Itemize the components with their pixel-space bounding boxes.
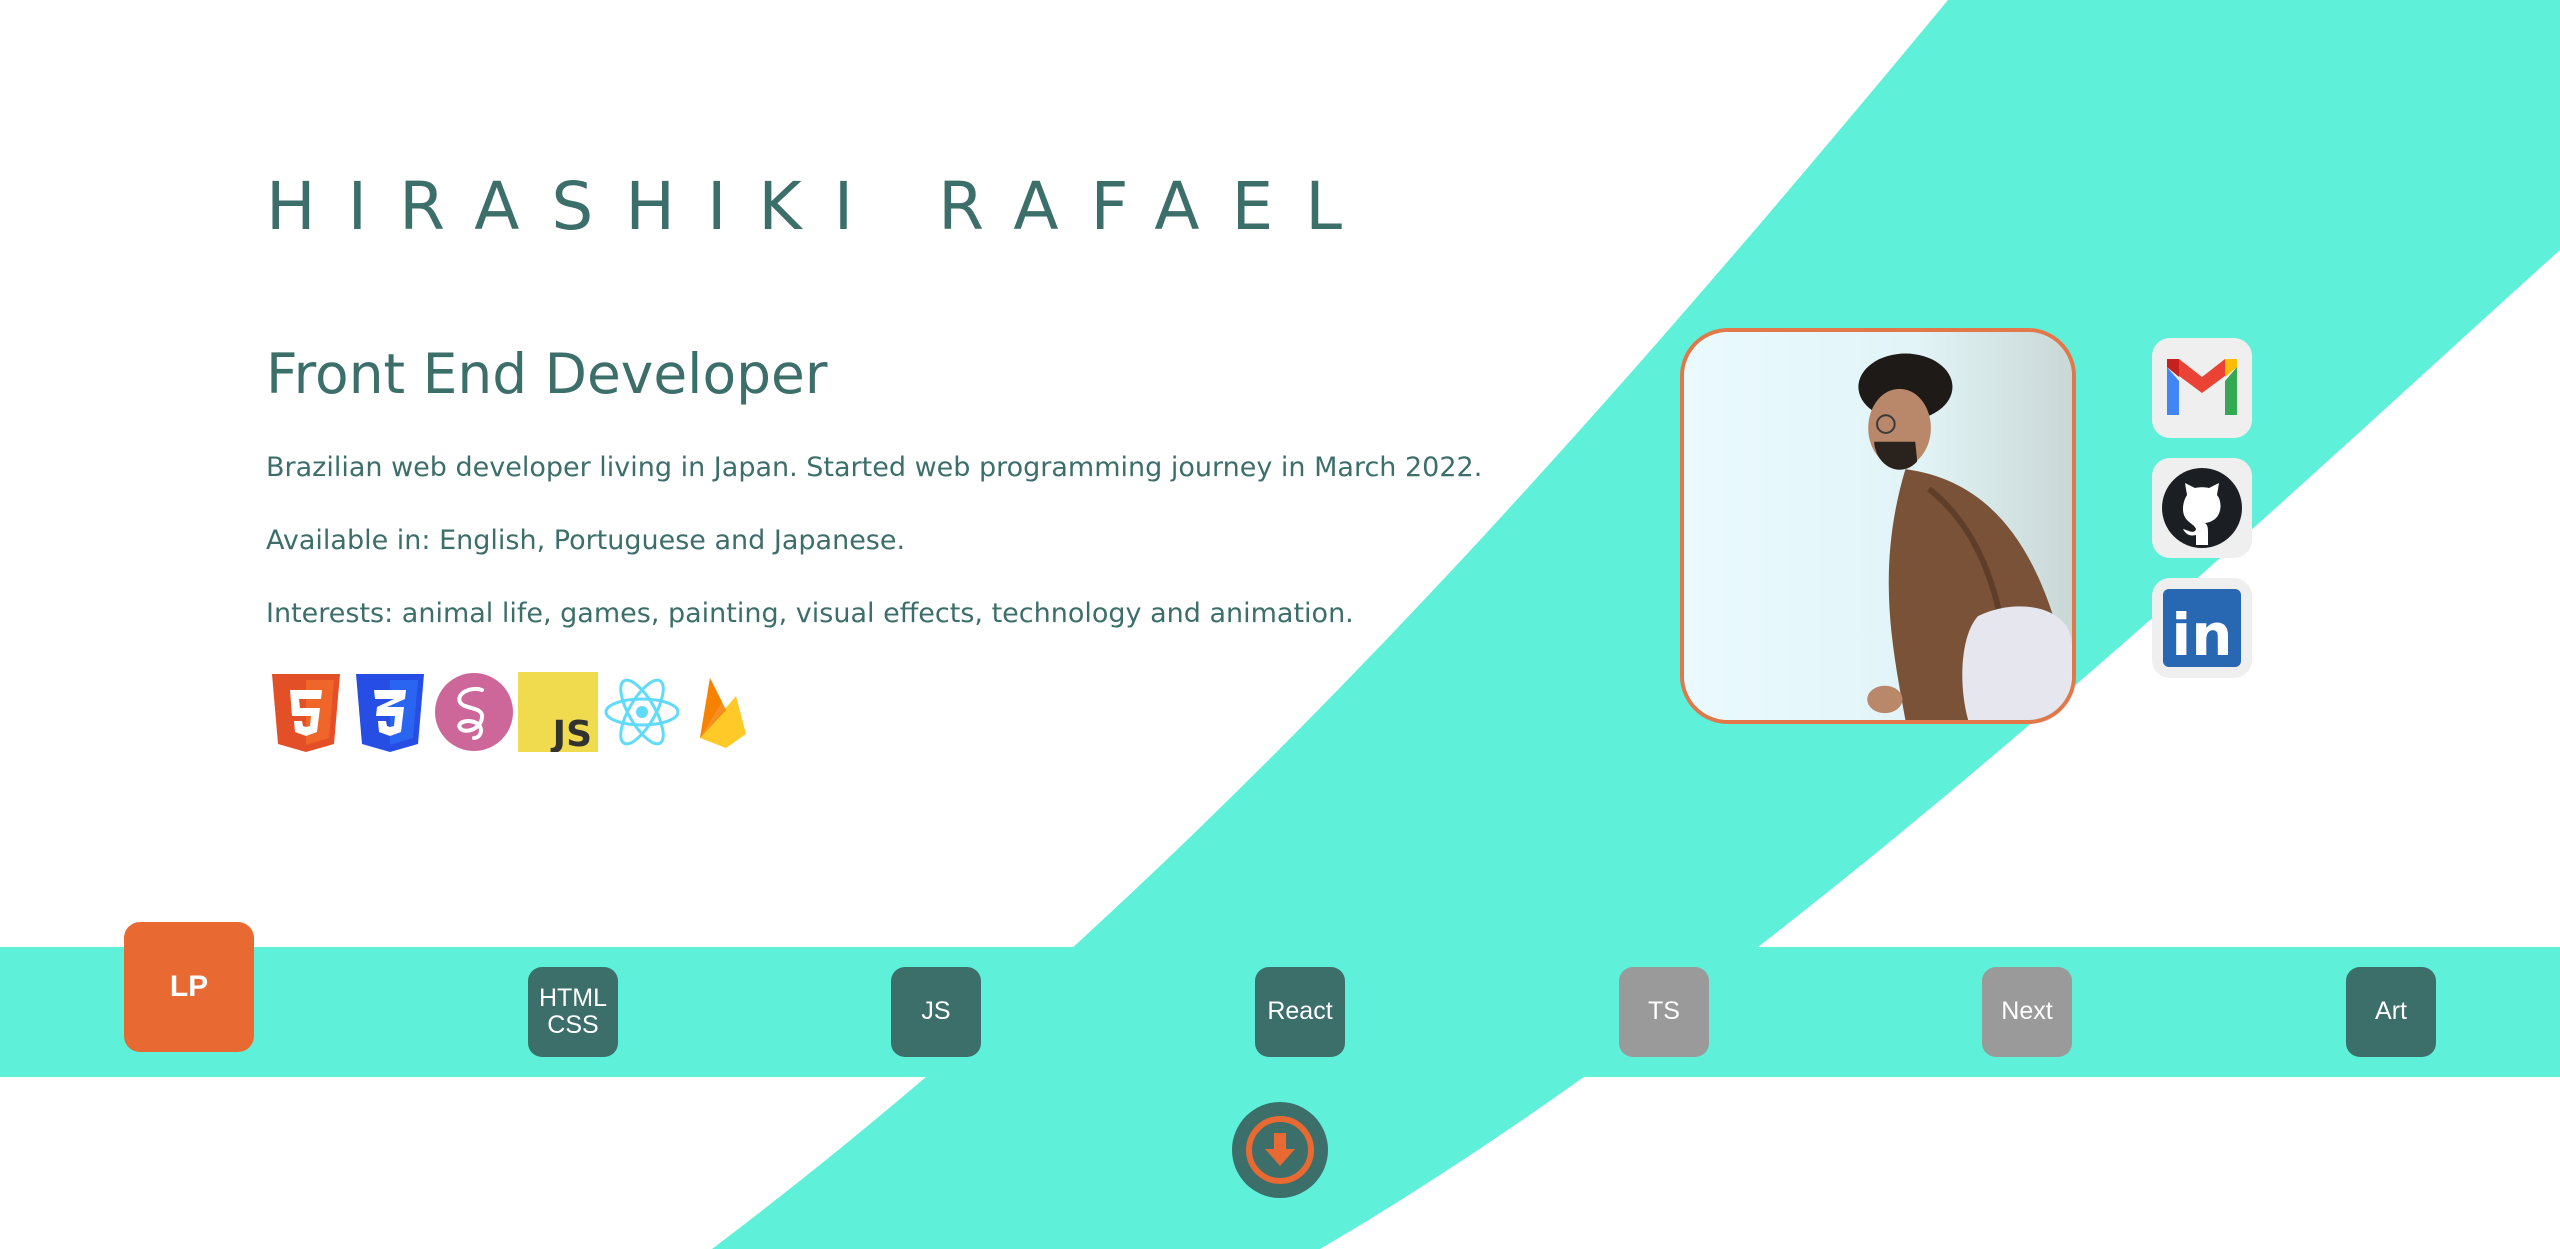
project-react-button[interactable]: React <box>1255 967 1345 1057</box>
profile-photo <box>1680 328 2076 724</box>
gmail-icon <box>2167 359 2237 415</box>
firebase-icon <box>700 678 746 748</box>
social-links: in <box>2152 338 2252 678</box>
bio-languages: Available in: English, Portuguese and Ja… <box>266 525 906 556</box>
linkedin-icon: in <box>2163 589 2241 669</box>
javascript-icon: JS <box>518 672 598 752</box>
page-title: HIRASHIKI RAFAEL <box>266 168 1374 245</box>
project-next-button[interactable]: Next <box>1982 967 2072 1057</box>
project-art-button[interactable]: Art <box>2346 967 2436 1057</box>
linkedin-link[interactable]: in <box>2152 578 2252 678</box>
html5-icon <box>272 674 340 752</box>
project-lp-button[interactable]: LP <box>124 922 254 1052</box>
javascript-label: JS <box>550 714 592 752</box>
github-link[interactable] <box>2152 458 2252 558</box>
tech-stack: JS <box>266 672 766 752</box>
github-icon <box>2162 468 2242 548</box>
project-html-css-button[interactable]: HTML CSS <box>528 967 618 1057</box>
download-button[interactable] <box>1232 1102 1328 1198</box>
role-heading: Front End Developer <box>266 342 828 406</box>
project-js-button[interactable]: JS <box>891 967 981 1057</box>
linkedin-label: in <box>2171 601 2232 669</box>
project-ts-button[interactable]: TS <box>1619 967 1709 1057</box>
bio-intro: Brazilian web developer living in Japan.… <box>266 452 1483 483</box>
gmail-link[interactable] <box>2152 338 2252 438</box>
react-icon <box>604 678 680 746</box>
css3-icon <box>356 674 424 752</box>
download-arrow-icon <box>1246 1116 1314 1184</box>
bio-interests: Interests: animal life, games, painting,… <box>266 598 1354 629</box>
sass-icon <box>435 673 513 751</box>
profile-photo-image <box>1684 332 2072 720</box>
